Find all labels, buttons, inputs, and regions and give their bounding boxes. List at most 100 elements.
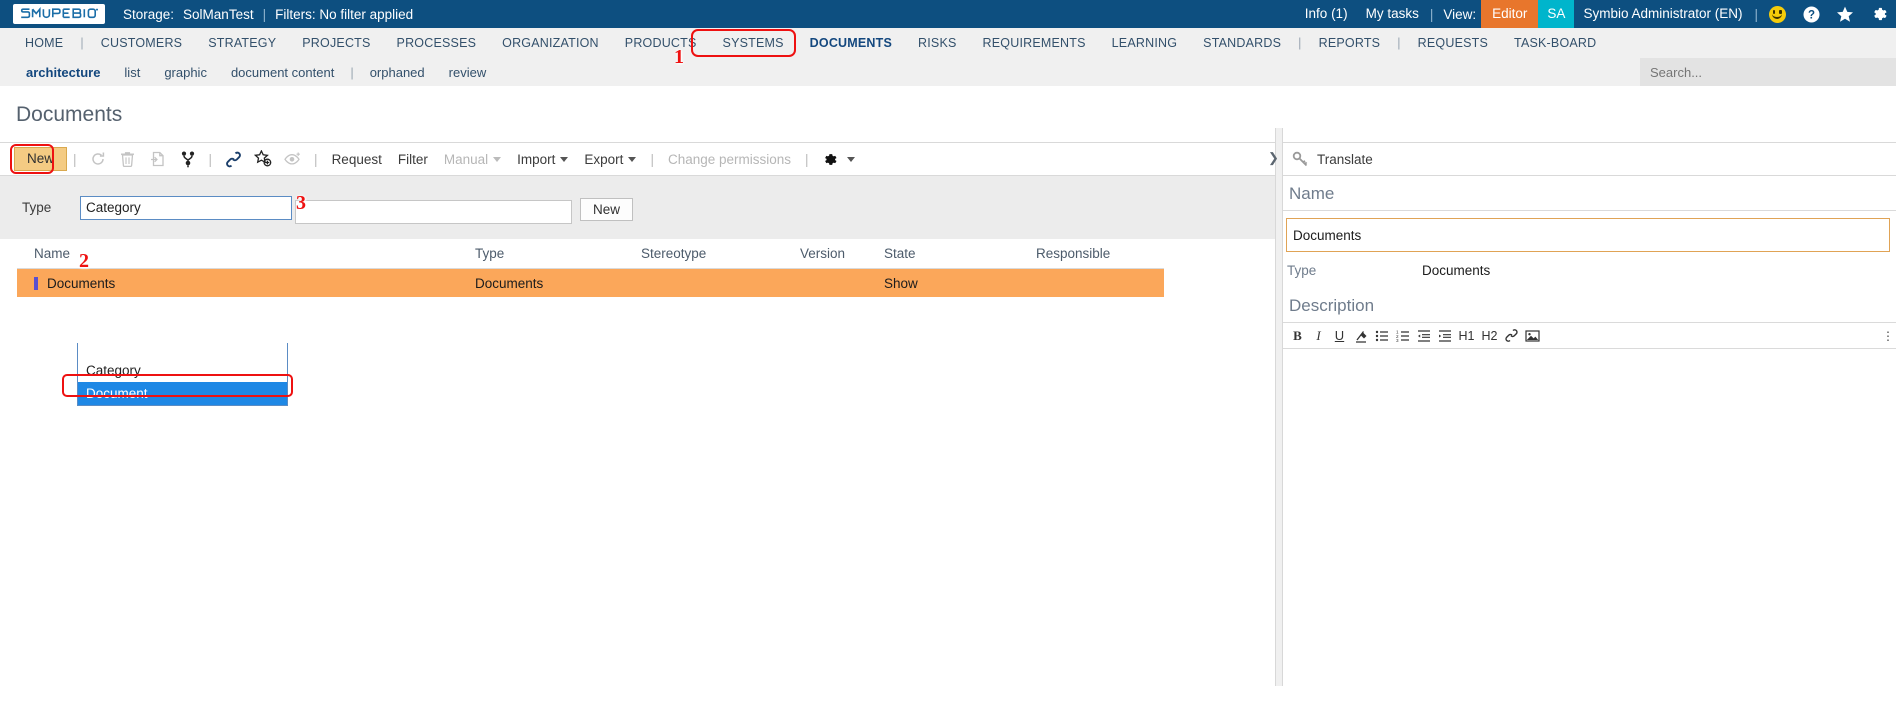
new-item-form: Type New (0, 176, 1275, 239)
copy-icon[interactable] (143, 146, 173, 172)
chevron-down-icon (628, 157, 637, 163)
cell-type: Documents (475, 275, 544, 291)
table-row[interactable]: Documents Documents Show (17, 269, 1164, 297)
nav-item-products[interactable]: PRODUCTS (612, 28, 710, 58)
type-field-label: Type (22, 200, 52, 215)
toolbar-separator-5: | (805, 151, 809, 167)
column-header-name[interactable]: Name (17, 246, 475, 261)
subnav-item-graphic[interactable]: graphic (152, 65, 219, 80)
nav-item-requests[interactable]: REQUESTS (1405, 28, 1501, 58)
subnav-item-review[interactable]: review (437, 65, 499, 80)
chevron-right-icon[interactable]: ❯ (1268, 150, 1279, 166)
smiley-icon[interactable] (1760, 0, 1794, 28)
dropdown-option-category[interactable]: Category (78, 359, 287, 382)
type-combobox[interactable] (80, 195, 292, 220)
underline-icon[interactable]: U (1329, 325, 1350, 346)
column-header-version[interactable]: Version (800, 246, 884, 261)
subnav-item-document-content[interactable]: document content (219, 65, 346, 80)
info-link[interactable]: Info (1) (1296, 0, 1357, 28)
nav-item-task-board[interactable]: TASK-BOARD (1501, 28, 1609, 58)
table-header-row: Name Type Stereotype Version State Respo… (17, 239, 1164, 269)
name-input[interactable] (295, 200, 572, 224)
gear-icon[interactable] (1862, 0, 1896, 28)
avatar[interactable]: SA (1538, 0, 1575, 28)
details-panel-header: Translate (1283, 142, 1896, 176)
request-button[interactable]: Request (324, 152, 390, 167)
numbered-list-icon[interactable]: 123 (1392, 325, 1413, 346)
details-panel: ❯ Translate Name Type Documents Descript… (1268, 128, 1896, 686)
storage-value: SolManTest (183, 6, 254, 22)
sub-navigation: architecture list graphic document conte… (0, 58, 1896, 86)
refresh-icon[interactable] (83, 146, 113, 172)
nav-item-systems[interactable]: SYSTEMS (710, 28, 797, 58)
italic-icon[interactable]: I (1308, 325, 1329, 346)
nav-item-projects[interactable]: PROJECTS (289, 28, 383, 58)
name-section-label: Name (1283, 176, 1896, 211)
subnav-item-orphaned[interactable]: orphaned (358, 65, 437, 80)
subnav-item-architecture[interactable]: architecture (14, 65, 112, 80)
pane-divider[interactable] (1275, 128, 1283, 686)
subnav-separator: | (350, 64, 354, 80)
symbio-logo[interactable] (13, 4, 105, 24)
star-icon[interactable] (1828, 0, 1862, 28)
help-icon[interactable]: ? (1794, 0, 1828, 28)
bold-icon[interactable]: B (1287, 325, 1308, 346)
top-separator-2: | (1754, 6, 1758, 22)
import-dropdown[interactable]: Import (509, 152, 576, 167)
link-icon[interactable] (218, 146, 248, 172)
export-dropdown[interactable]: Export (576, 152, 644, 167)
my-tasks-link[interactable]: My tasks (1357, 0, 1428, 28)
detail-name-input[interactable] (1286, 218, 1890, 252)
documents-table: Name Type Stereotype Version State Respo… (17, 239, 1164, 297)
top-separator-1: | (1429, 6, 1434, 22)
top-bar-right: Info (1) My tasks | View: Editor SA Symb… (1296, 0, 1896, 28)
delete-icon[interactable] (113, 146, 143, 172)
nav-item-requirements[interactable]: REQUIREMENTS (970, 28, 1099, 58)
column-header-state[interactable]: State (884, 246, 1036, 261)
heading-1-icon[interactable]: H1 (1455, 325, 1478, 346)
nav-item-reports[interactable]: REPORTS (1306, 28, 1394, 58)
bullet-list-icon[interactable] (1371, 325, 1392, 346)
insert-link-icon[interactable] (1501, 325, 1522, 346)
create-new-button[interactable]: New (580, 198, 634, 221)
new-button[interactable]: New (14, 147, 68, 171)
toolbar-overflow-icon[interactable]: ⋮ (1882, 329, 1894, 343)
nav-item-processes[interactable]: PROCESSES (384, 28, 490, 58)
dropdown-option-document[interactable]: Document (78, 382, 287, 405)
translate-button[interactable]: Translate (1317, 152, 1373, 167)
column-header-type[interactable]: Type (475, 246, 641, 261)
clear-format-icon[interactable] (1350, 325, 1371, 346)
gear-icon[interactable] (815, 146, 845, 172)
nav-item-standards[interactable]: STANDARDS (1190, 28, 1294, 58)
user-name[interactable]: Symbio Administrator (EN) (1574, 0, 1752, 28)
settings-chevron-down-icon[interactable] (846, 156, 855, 162)
description-section-label: Description (1289, 296, 1375, 315)
nav-item-risks[interactable]: RISKS (905, 28, 970, 58)
subnav-item-list[interactable]: list (112, 65, 152, 80)
heading-2-icon[interactable]: H2 (1478, 325, 1501, 346)
nav-item-organization[interactable]: ORGANIZATION (489, 28, 612, 58)
column-header-responsible[interactable]: Responsible (1036, 246, 1156, 261)
filter-button[interactable]: Filter (390, 152, 436, 167)
add-favorite-icon[interactable] (248, 146, 278, 172)
type-dropdown-list[interactable]: Category Document (77, 343, 288, 406)
nav-item-documents[interactable]: DOCUMENTS (797, 28, 905, 58)
insert-image-icon[interactable] (1522, 325, 1543, 346)
watch-icon[interactable] (278, 146, 308, 172)
cell-name-text: Documents (47, 275, 116, 291)
indent-icon[interactable] (1434, 325, 1455, 346)
nav-item-strategy[interactable]: STRATEGY (195, 28, 289, 58)
chevron-down-icon (493, 157, 502, 163)
nav-item-customers[interactable]: CUSTOMERS (88, 28, 195, 58)
outdent-icon[interactable] (1413, 325, 1434, 346)
view-mode-editor[interactable]: Editor (1481, 0, 1539, 28)
hierarchy-icon[interactable] (173, 146, 203, 172)
nav-item-home[interactable]: HOME (12, 28, 76, 58)
manual-label: Manual (443, 151, 489, 167)
column-header-stereotype[interactable]: Stereotype (641, 246, 800, 261)
search-input[interactable] (1640, 58, 1896, 86)
left-pane: New | | | Request Filter Manual Import E… (0, 128, 1275, 686)
description-editor[interactable] (1283, 349, 1896, 559)
import-label: Import (517, 151, 556, 167)
nav-item-learning[interactable]: LEARNING (1099, 28, 1191, 58)
